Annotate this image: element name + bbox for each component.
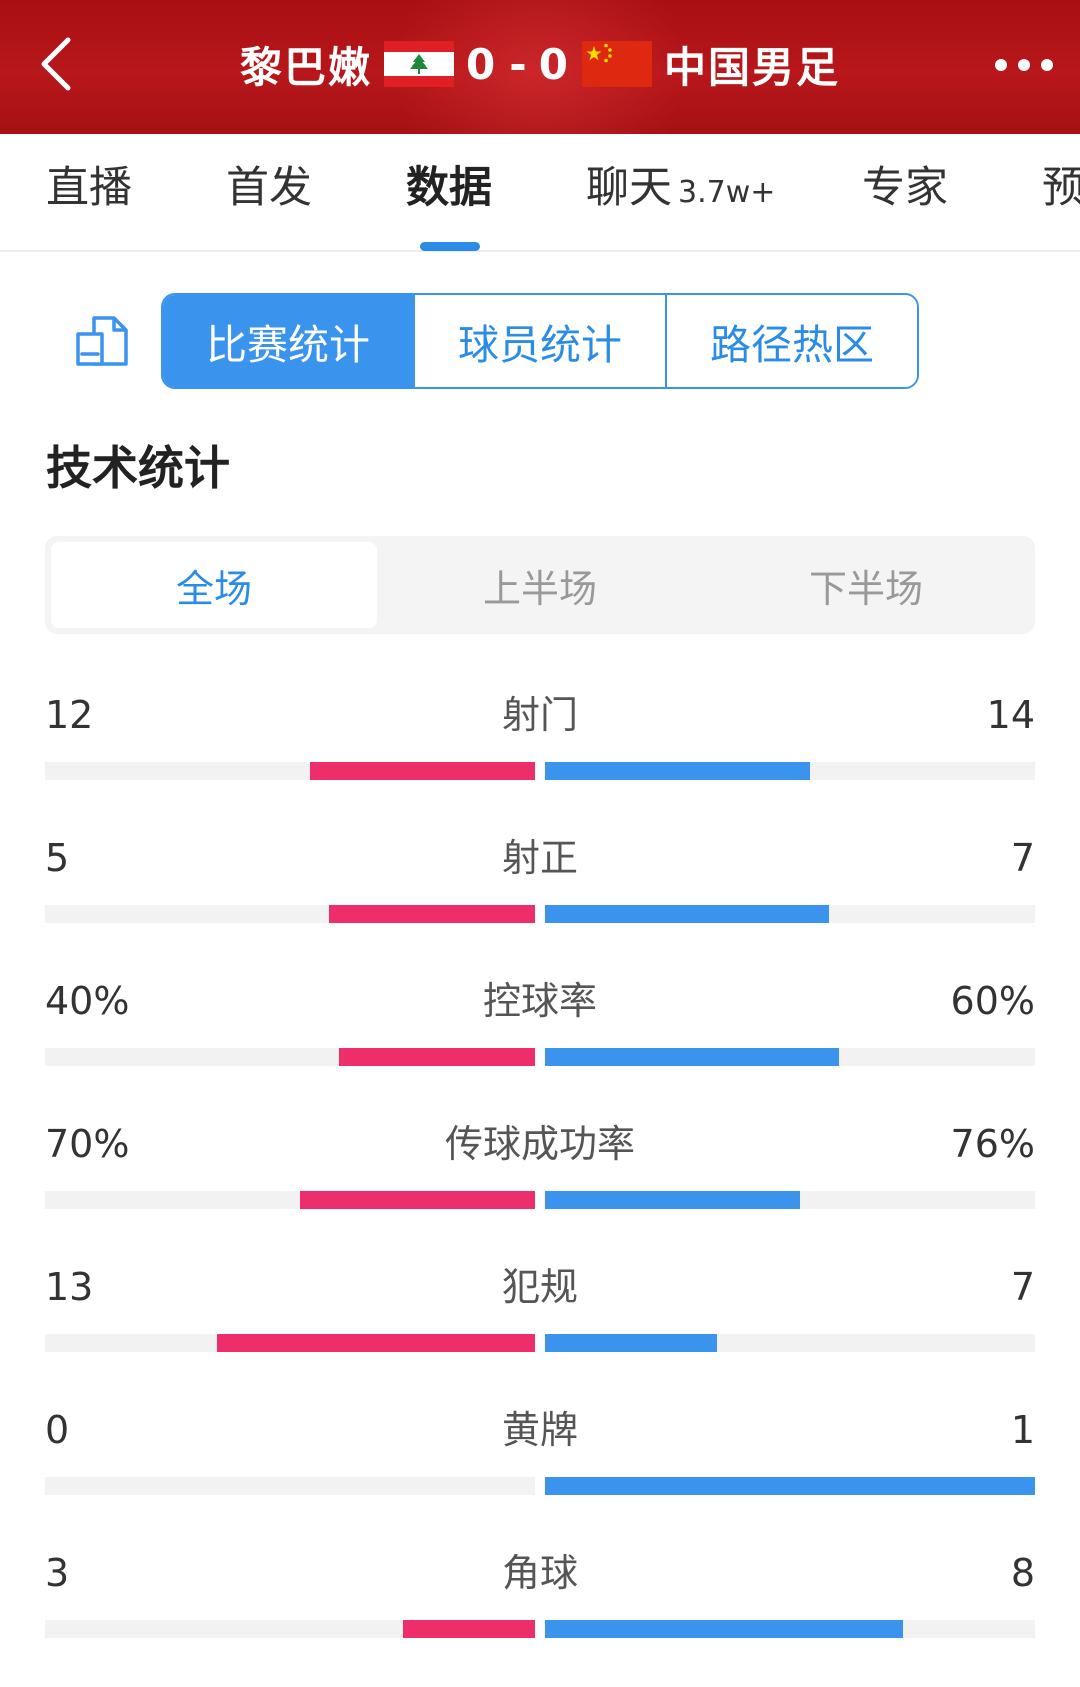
score-separator: - [509, 39, 527, 89]
home-bar-fill [329, 905, 535, 923]
away-bar-fill [545, 905, 830, 923]
away-stat-value: 7 [1010, 836, 1035, 880]
segment-player-stats[interactable]: 球员统计 [415, 295, 667, 387]
stat-label: 控球率 [482, 979, 597, 1023]
home-bar-track [45, 905, 535, 923]
tab-label: 专家 [862, 163, 948, 213]
tab-label: 直播 [46, 163, 132, 213]
home-bar-fill [339, 1048, 535, 1066]
scoreline: 黎巴嫩 0 - 0 中国男足 [0, 32, 1080, 96]
away-stat-value: 60% [950, 979, 1035, 1023]
chat-count-badge: 3.7w+ [678, 175, 776, 210]
away-bar-fill [545, 1477, 1035, 1495]
away-bar-track [545, 1048, 1035, 1066]
stat-label: 射正 [501, 836, 578, 880]
home-bar-track [45, 1334, 535, 1352]
stat-label: 传球成功率 [444, 1122, 635, 1166]
home-team-name[interactable]: 黎巴嫩 [240, 34, 372, 95]
tab-prediction[interactable]: 预 [1042, 158, 1080, 218]
stat-row: 12 射门 14 [45, 686, 1035, 829]
away-bar-track [545, 1620, 1035, 1638]
tab-label: 聊天 [586, 163, 672, 213]
period-full-match[interactable]: 全场 [51, 542, 377, 628]
tab-label: 首发 [226, 163, 312, 213]
stat-label: 黄牌 [501, 1408, 578, 1452]
segment-match-stats[interactable]: 比赛统计 [163, 295, 415, 387]
home-bar-fill [309, 762, 535, 780]
away-stat-value: 7 [1010, 1265, 1035, 1309]
stat-label: 犯规 [501, 1265, 578, 1309]
home-bar-track [45, 1620, 535, 1638]
stat-row: 3 角球 8 [45, 1544, 1035, 1687]
stat-row: 70% 传球成功率 76% [45, 1115, 1035, 1258]
stat-label: 角球 [501, 1551, 578, 1595]
away-stat-value: 14 [986, 693, 1035, 737]
stat-label: 射门 [501, 693, 578, 737]
match-header: 黎巴嫩 0 - 0 中国男足 [0, 0, 1080, 134]
document-switch-icon[interactable] [74, 314, 130, 368]
away-bar-track [545, 762, 1035, 780]
period-first-half[interactable]: 上半场 [377, 542, 703, 628]
more-dots-icon[interactable] [993, 56, 1055, 74]
home-bar-track [45, 1191, 535, 1209]
period-tabs: 全场 上半场 下半场 [45, 536, 1035, 634]
tab-chat[interactable]: 聊天 3.7w+ [586, 158, 775, 218]
home-bar-track [45, 762, 535, 780]
stat-row: 0 黄牌 1 [45, 1401, 1035, 1544]
home-bar-fill [402, 1620, 535, 1638]
away-stat-value: 1 [1010, 1408, 1035, 1452]
away-bar-track [545, 905, 1035, 923]
away-stat-value: 76% [950, 1122, 1035, 1166]
home-bar-track [45, 1048, 535, 1066]
tab-expert[interactable]: 专家 [862, 158, 948, 218]
tab-data[interactable]: 数据 [406, 158, 492, 218]
home-bar-fill [216, 1334, 535, 1352]
stats-type-segmented: 比赛统计 球员统计 路径热区 [161, 293, 919, 389]
away-bar-track [545, 1334, 1035, 1352]
away-bar-track [545, 1191, 1035, 1209]
tab-label: 数据 [406, 163, 492, 213]
away-team-name[interactable]: 中国男足 [664, 34, 840, 95]
period-second-half[interactable]: 下半场 [703, 542, 1029, 628]
active-tab-indicator [420, 242, 480, 251]
stat-row: 13 犯规 7 [45, 1258, 1035, 1401]
stat-row: 40% 控球率 60% [45, 972, 1035, 1115]
lebanon-flag-icon [384, 41, 455, 87]
away-stat-value: 8 [1010, 1551, 1035, 1595]
away-bar-fill [545, 1048, 839, 1066]
home-score: 0 [466, 39, 498, 89]
away-score: 0 [538, 39, 570, 89]
away-bar-fill [545, 1334, 717, 1352]
away-bar-fill [545, 1191, 800, 1209]
away-bar-fill [545, 762, 810, 780]
tab-label: 预 [1042, 163, 1080, 213]
away-bar-fill [545, 1620, 903, 1638]
section-title: 技术统计 [46, 441, 230, 495]
away-bar-track [545, 1477, 1035, 1495]
tab-lineup[interactable]: 首发 [226, 158, 312, 218]
segment-heatmap[interactable]: 路径热区 [667, 295, 917, 387]
home-bar-track [45, 1477, 535, 1495]
china-flag-icon [581, 41, 652, 87]
main-tab-bar: 直播 首发 数据 聊天 3.7w+ 专家 预 [0, 134, 1080, 252]
stat-row: 5 射正 7 [45, 829, 1035, 972]
home-bar-fill [299, 1191, 535, 1209]
tab-live[interactable]: 直播 [46, 158, 132, 218]
stats-list: 12 射门 14 5 射正 7 40% 控球率 60% 70% 传球成功率 76% 13 犯规 7 0 黄牌 1 3… [45, 686, 1035, 1687]
